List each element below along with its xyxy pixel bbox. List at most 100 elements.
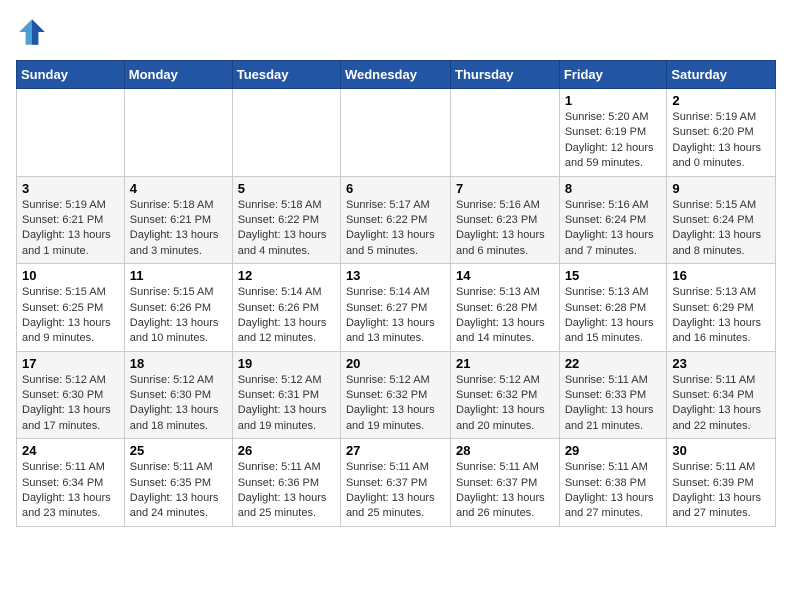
day-info: Sunrise: 5:13 AMSunset: 6:29 PMDaylight:… [672,285,770,347]
day-info: Sunrise: 5:11 AMSunset: 6:33 PMDaylight:… [565,373,662,435]
calendar-cell: 23 Sunrise: 5:11 AMSunset: 6:34 PMDayligh… [667,351,776,439]
calendar-cell: 29 Sunrise: 5:11 AMSunset: 6:38 PMDayligh… [559,439,667,527]
day-info: Sunrise: 5:19 AMSunset: 6:20 PMDaylight:… [672,110,770,172]
calendar-cell: 14 Sunrise: 5:13 AMSunset: 6:28 PMDayligh… [451,264,560,352]
day-info: Sunrise: 5:12 AMSunset: 6:30 PMDaylight:… [130,373,227,435]
day-info: Sunrise: 5:15 AMSunset: 6:25 PMDaylight:… [22,285,119,347]
day-info: Sunrise: 5:12 AMSunset: 6:32 PMDaylight:… [346,373,445,435]
day-number: 18 [130,356,227,371]
calendar-cell [232,89,340,177]
day-info: Sunrise: 5:14 AMSunset: 6:26 PMDaylight:… [238,285,335,347]
calendar-cell: 28 Sunrise: 5:11 AMSunset: 6:37 PMDayligh… [451,439,560,527]
calendar-cell: 9 Sunrise: 5:15 AMSunset: 6:24 PMDaylight… [667,176,776,264]
day-info: Sunrise: 5:13 AMSunset: 6:28 PMDaylight:… [565,285,662,347]
day-info: Sunrise: 5:11 AMSunset: 6:39 PMDaylight:… [672,460,770,522]
day-info: Sunrise: 5:16 AMSunset: 6:24 PMDaylight:… [565,198,662,260]
day-number: 22 [565,356,662,371]
day-number: 17 [22,356,119,371]
calendar-week-row: 10Sunrise: 5:15 AMSunset: 6:25 PMDayligh… [17,264,776,352]
calendar-cell: 7Sunrise: 5:16 AMSunset: 6:23 PMDaylight… [451,176,560,264]
page-header [16,16,776,48]
calendar-cell: 24 Sunrise: 5:11 AMSunset: 6:34 PMDayligh… [17,439,125,527]
day-number: 4 [130,181,227,196]
day-info: Sunrise: 5:12 AMSunset: 6:32 PMDaylight:… [456,373,554,435]
calendar-cell: 19 Sunrise: 5:12 AMSunset: 6:31 PMDayligh… [232,351,340,439]
calendar-cell: 6 Sunrise: 5:17 AMSunset: 6:22 PMDaylight… [340,176,450,264]
day-info: Sunrise: 5:11 AMSunset: 6:37 PMDaylight:… [456,460,554,522]
calendar-cell: 1 Sunrise: 5:20 AMSunset: 6:19 PMDaylight… [559,89,667,177]
day-number: 8 [565,181,662,196]
calendar-cell: 3 Sunrise: 5:19 AMSunset: 6:21 PMDaylight… [17,176,125,264]
calendar-cell [17,89,125,177]
day-number: 26 [238,443,335,458]
day-number: 21 [456,356,554,371]
calendar-table: SundayMondayTuesdayWednesdayThursdayFrid… [16,60,776,527]
day-info: Sunrise: 5:15 AMSunset: 6:24 PMDaylight:… [672,198,770,260]
calendar-cell [451,89,560,177]
day-info: Sunrise: 5:11 AMSunset: 6:38 PMDaylight:… [565,460,662,522]
day-number: 29 [565,443,662,458]
day-number: 19 [238,356,335,371]
header-day: Monday [124,61,232,89]
calendar-cell: 20 Sunrise: 5:12 AMSunset: 6:32 PMDayligh… [340,351,450,439]
day-number: 2 [672,93,770,108]
day-info: Sunrise: 5:18 AMSunset: 6:21 PMDaylight:… [130,198,227,260]
header-day: Saturday [667,61,776,89]
calendar-week-row: 24 Sunrise: 5:11 AMSunset: 6:34 PMDayligh… [17,439,776,527]
header-day: Sunday [17,61,125,89]
day-info: Sunrise: 5:14 AMSunset: 6:27 PMDaylight:… [346,285,445,347]
day-info: Sunrise: 5:12 AMSunset: 6:31 PMDaylight:… [238,373,335,435]
day-number: 20 [346,356,445,371]
calendar-cell: 26Sunrise: 5:11 AMSunset: 6:36 PMDayligh… [232,439,340,527]
day-info: Sunrise: 5:11 AMSunset: 6:34 PMDaylight:… [672,373,770,435]
day-info: Sunrise: 5:12 AMSunset: 6:30 PMDaylight:… [22,373,119,435]
calendar-cell: 10Sunrise: 5:15 AMSunset: 6:25 PMDayligh… [17,264,125,352]
day-info: Sunrise: 5:15 AMSunset: 6:26 PMDaylight:… [130,285,227,347]
day-info: Sunrise: 5:13 AMSunset: 6:28 PMDaylight:… [456,285,554,347]
day-info: Sunrise: 5:18 AMSunset: 6:22 PMDaylight:… [238,198,335,260]
calendar-cell: 22 Sunrise: 5:11 AMSunset: 6:33 PMDayligh… [559,351,667,439]
day-number: 28 [456,443,554,458]
calendar-cell [124,89,232,177]
day-info: Sunrise: 5:11 AMSunset: 6:37 PMDaylight:… [346,460,445,522]
calendar-cell: 2 Sunrise: 5:19 AMSunset: 6:20 PMDaylight… [667,89,776,177]
logo [16,16,52,48]
day-number: 24 [22,443,119,458]
calendar-cell: 17 Sunrise: 5:12 AMSunset: 6:30 PMDayligh… [17,351,125,439]
day-info: Sunrise: 5:19 AMSunset: 6:21 PMDaylight:… [22,198,119,260]
day-info: Sunrise: 5:11 AMSunset: 6:34 PMDaylight:… [22,460,119,522]
day-info: Sunrise: 5:20 AMSunset: 6:19 PMDaylight:… [565,110,662,172]
header-day: Friday [559,61,667,89]
day-number: 12 [238,268,335,283]
header-day: Wednesday [340,61,450,89]
day-number: 30 [672,443,770,458]
header-day: Thursday [451,61,560,89]
calendar-cell: 8 Sunrise: 5:16 AMSunset: 6:24 PMDaylight… [559,176,667,264]
day-number: 9 [672,181,770,196]
day-number: 11 [130,268,227,283]
calendar-cell [340,89,450,177]
day-number: 6 [346,181,445,196]
calendar-cell: 4 Sunrise: 5:18 AMSunset: 6:21 PMDaylight… [124,176,232,264]
day-number: 25 [130,443,227,458]
day-info: Sunrise: 5:16 AMSunset: 6:23 PMDaylight:… [456,198,554,260]
day-number: 27 [346,443,445,458]
header-row: SundayMondayTuesdayWednesdayThursdayFrid… [17,61,776,89]
calendar-cell: 25 Sunrise: 5:11 AMSunset: 6:35 PMDayligh… [124,439,232,527]
day-number: 14 [456,268,554,283]
calendar-cell: 27 Sunrise: 5:11 AMSunset: 6:37 PMDayligh… [340,439,450,527]
day-number: 3 [22,181,119,196]
day-number: 1 [565,93,662,108]
calendar-cell: 12 Sunrise: 5:14 AMSunset: 6:26 PMDayligh… [232,264,340,352]
calendar-week-row: 1 Sunrise: 5:20 AMSunset: 6:19 PMDaylight… [17,89,776,177]
day-info: Sunrise: 5:17 AMSunset: 6:22 PMDaylight:… [346,198,445,260]
calendar-week-row: 17 Sunrise: 5:12 AMSunset: 6:30 PMDayligh… [17,351,776,439]
calendar-cell: 21 Sunrise: 5:12 AMSunset: 6:32 PMDayligh… [451,351,560,439]
calendar-cell: 15Sunrise: 5:13 AMSunset: 6:28 PMDayligh… [559,264,667,352]
day-number: 5 [238,181,335,196]
day-number: 23 [672,356,770,371]
day-number: 16 [672,268,770,283]
calendar-cell: 5 Sunrise: 5:18 AMSunset: 6:22 PMDaylight… [232,176,340,264]
calendar-cell: 18 Sunrise: 5:12 AMSunset: 6:30 PMDayligh… [124,351,232,439]
day-info: Sunrise: 5:11 AMSunset: 6:35 PMDaylight:… [130,460,227,522]
